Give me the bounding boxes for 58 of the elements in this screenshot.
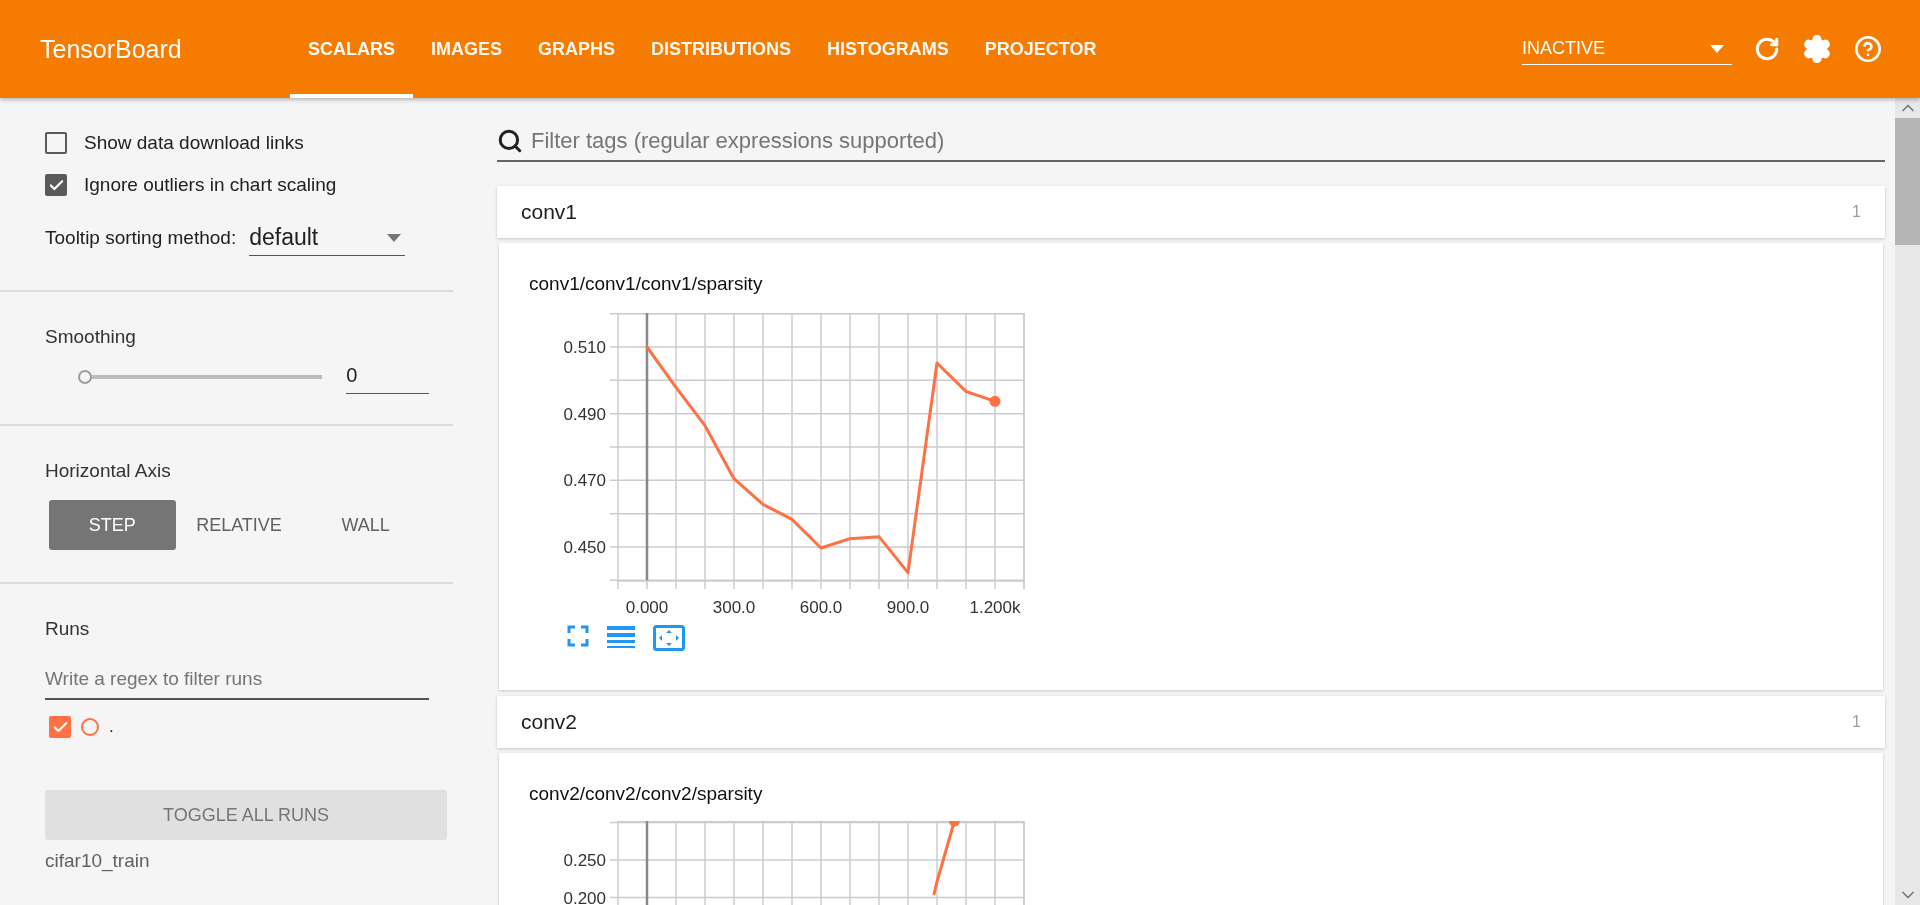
app-title: TensorBoard	[39, 33, 183, 65]
run-name: cifar10_train	[45, 849, 151, 872]
sort-method-select[interactable]: default	[249, 220, 406, 256]
group-name: conv1	[521, 200, 578, 224]
scroll-thumb[interactable]	[1895, 118, 1920, 245]
y-tick-label: 0.490	[563, 404, 606, 424]
smoothing-input[interactable]: 0	[346, 360, 429, 394]
nav-tab[interactable]: SCALARS	[290, 0, 413, 98]
tag-filter-field[interactable]: Filter tags (regular expressions supported)	[529, 127, 1885, 155]
x-tick-label: 600.0	[799, 598, 843, 617]
tag-group-header[interactable]: conv1 1	[497, 186, 1885, 238]
checkbox-label: Show data download links	[84, 132, 304, 154]
y-tick-label: 0.450	[563, 538, 606, 557]
y-tick-label: 0.200	[563, 888, 606, 905]
x-tick-label: 1.200k	[969, 598, 1021, 617]
toggle-all-runs-button[interactable]: TOGGLE ALL RUNS	[45, 790, 447, 840]
checkbox[interactable]	[45, 174, 67, 196]
caret-icon	[387, 233, 402, 242]
section-label: Smoothing	[45, 325, 137, 348]
checkbox-label: Ignore outliers in chart scaling	[84, 174, 337, 196]
nav-tab[interactable]: HISTOGRAMS	[809, 0, 967, 98]
axis-option-button[interactable]: RELATIVE	[175, 500, 303, 550]
tag-group-header[interactable]: conv2 1	[497, 696, 1885, 748]
chart-title: conv2/conv2/conv2/sparsity	[529, 783, 764, 805]
section-label: Horizontal Axis	[45, 459, 172, 482]
x-tick-label: 0.000	[625, 598, 669, 617]
group-name: conv2	[521, 710, 578, 734]
nav-tab[interactable]: DISTRIBUTIONS	[633, 0, 810, 98]
caret-icon	[1710, 44, 1724, 53]
y-tick-label: 0.470	[563, 471, 606, 491]
y-tick-label: 0.510	[563, 338, 606, 357]
slider-thumb[interactable]	[78, 370, 92, 384]
axis-option-button[interactable]: WALL	[302, 500, 429, 550]
section-label: Runs	[45, 617, 91, 640]
help-button[interactable]	[1854, 35, 1882, 63]
search-icon	[497, 128, 523, 154]
x-tick-label: 900.0	[886, 598, 930, 617]
chart-title: conv1/conv1/conv1/sparsity	[529, 273, 764, 295]
fit-domain-icon[interactable]	[653, 625, 685, 651]
scrollbar[interactable]	[1895, 98, 1920, 905]
sort-label: Tooltip sorting method:	[45, 227, 237, 249]
group-count: 1	[1852, 203, 1861, 221]
settings-button[interactable]	[1802, 34, 1832, 64]
nav-tab[interactable]: GRAPHS	[520, 0, 634, 98]
x-tick-label: 300.0	[712, 598, 756, 617]
run-label: .	[109, 717, 114, 737]
run-filter-field[interactable]: Write a regex to filter runs	[45, 656, 429, 700]
run-status-select[interactable]: INACTIVE	[1522, 33, 1732, 65]
y-tick-label: 0.250	[563, 851, 606, 870]
nav-tab[interactable]: PROJECTOR	[966, 0, 1115, 98]
axis-option-button[interactable]: STEP	[49, 500, 176, 550]
reload-button[interactable]	[1754, 36, 1780, 62]
fullscreen-icon[interactable]	[567, 625, 589, 647]
checkbox[interactable]	[45, 132, 67, 154]
lines-icon[interactable]	[607, 625, 635, 649]
nav-tab[interactable]: IMAGES	[413, 0, 521, 98]
run-checkbox[interactable]	[49, 716, 71, 738]
group-count: 1	[1852, 713, 1861, 731]
